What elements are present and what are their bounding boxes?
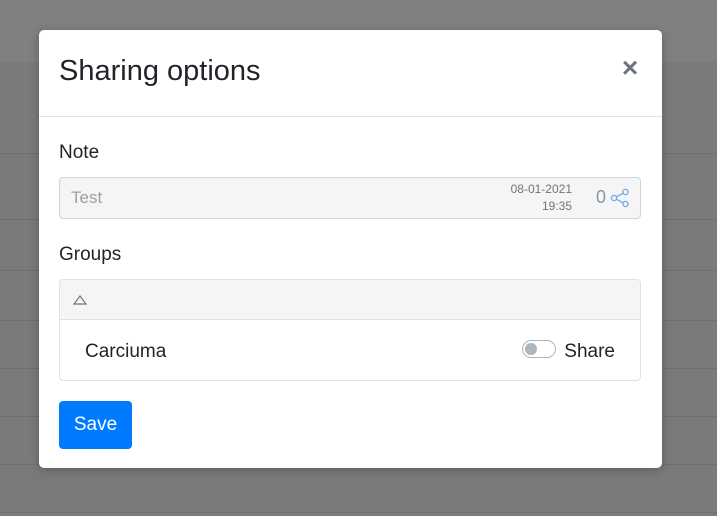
- note-date: 08-01-2021: [510, 182, 572, 196]
- note-timestamp: 08-01-2021 19:35: [511, 181, 572, 215]
- groups-panel: Carciuma Share: [59, 279, 641, 381]
- close-button[interactable]: ×: [618, 54, 642, 82]
- share-toggle[interactable]: [522, 340, 556, 358]
- toggle-knob: [525, 343, 537, 355]
- groups-panel-header[interactable]: [60, 280, 640, 320]
- group-row: Carciuma Share: [60, 320, 640, 380]
- triangle-up-icon[interactable]: [73, 295, 87, 305]
- share-icon[interactable]: [610, 188, 630, 208]
- share-count: 0: [595, 187, 606, 207]
- save-button[interactable]: Save: [59, 401, 132, 449]
- note-value: Test: [71, 188, 103, 207]
- share-toggle-label[interactable]: Share: [564, 341, 615, 363]
- dialog-header: Sharing options ×: [39, 30, 662, 117]
- sharing-options-dialog: Sharing options × Note Test 08-01-2021 1…: [39, 30, 662, 468]
- note-label: Note: [59, 142, 100, 163]
- groups-label: Groups: [59, 244, 122, 265]
- group-name: Carciuma: [85, 341, 167, 362]
- note-time: 19:35: [541, 199, 572, 213]
- dialog-title: Sharing options: [59, 55, 261, 87]
- note-field: Test 08-01-2021 19:35 0: [59, 177, 641, 219]
- background-row-divider: [0, 512, 717, 513]
